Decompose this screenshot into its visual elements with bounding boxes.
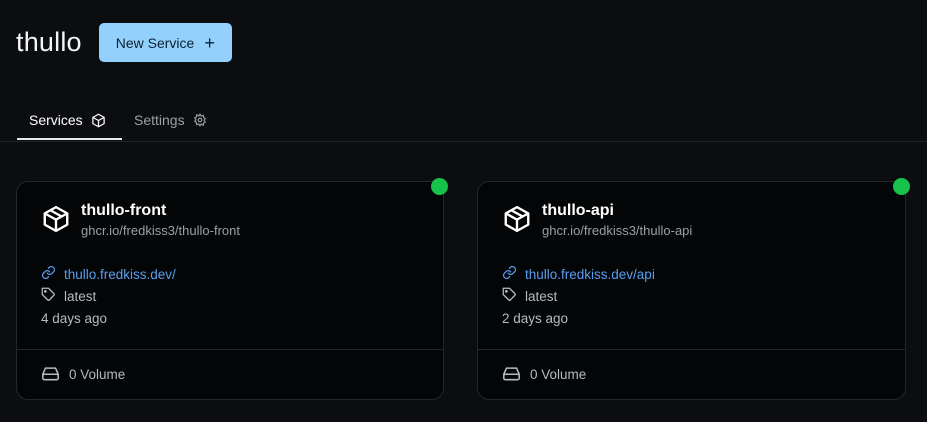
tab-services[interactable]: Services [29,112,106,128]
service-card[interactable]: thullo-front ghcr.io/fredkiss3/thullo-fr… [16,178,448,400]
cube-icon [41,204,71,234]
service-image: ghcr.io/fredkiss3/thullo-front [81,223,240,238]
service-tag-row: latest [502,285,655,307]
tab-bar: Services Settings [0,100,927,142]
service-url: thullo.fredkiss.dev/ [64,266,176,282]
service-header: thullo-api ghcr.io/fredkiss3/thullo-api [502,202,692,238]
service-tag-row: latest [41,285,176,307]
new-service-button[interactable]: New Service + [98,23,232,62]
gear-icon [193,113,207,127]
service-tag: latest [525,288,558,304]
cube-icon [91,113,106,128]
service-updated: 2 days ago [502,310,569,326]
active-tab-indicator [17,138,122,140]
service-image: ghcr.io/fredkiss3/thullo-api [542,223,693,238]
service-url-link[interactable]: thullo.fredkiss.dev/api [502,263,655,285]
cube-icon [502,204,532,234]
service-footer: 0 Volume [478,349,905,399]
hard-drive-icon [41,365,60,385]
service-header: thullo-front ghcr.io/fredkiss3/thullo-fr… [41,202,240,238]
service-url-link[interactable]: thullo.fredkiss.dev/ [41,263,176,285]
tag-icon [502,287,517,305]
tag-icon [41,287,56,305]
plus-icon: + [204,32,215,53]
service-card[interactable]: thullo-api ghcr.io/fredkiss3/thullo-api … [477,178,910,400]
tab-services-label: Services [29,112,83,128]
new-service-label: New Service [115,34,195,51]
hard-drive-icon [502,365,521,385]
service-footer: 0 Volume [17,349,443,399]
service-meta: thullo.fredkiss.dev/ latest 4 days ago [41,263,176,329]
volume-count: 0 Volume [530,367,587,382]
tab-settings-label: Settings [134,112,185,128]
service-name[interactable]: thullo-front [81,202,240,220]
tab-settings[interactable]: Settings [134,112,207,128]
link-icon [41,265,56,283]
status-indicator [431,178,448,195]
service-updated: 4 days ago [41,310,108,326]
service-name[interactable]: thullo-api [542,202,692,220]
link-icon [502,265,517,283]
status-indicator [893,178,910,195]
service-url: thullo.fredkiss.dev/api [525,266,655,282]
service-meta: thullo.fredkiss.dev/api latest 2 days ag… [502,263,655,329]
volume-count: 0 Volume [69,367,126,382]
service-tag: latest [64,288,97,304]
page-title: thullo [16,27,82,57]
page-header: thullo New Service + [16,23,232,62]
